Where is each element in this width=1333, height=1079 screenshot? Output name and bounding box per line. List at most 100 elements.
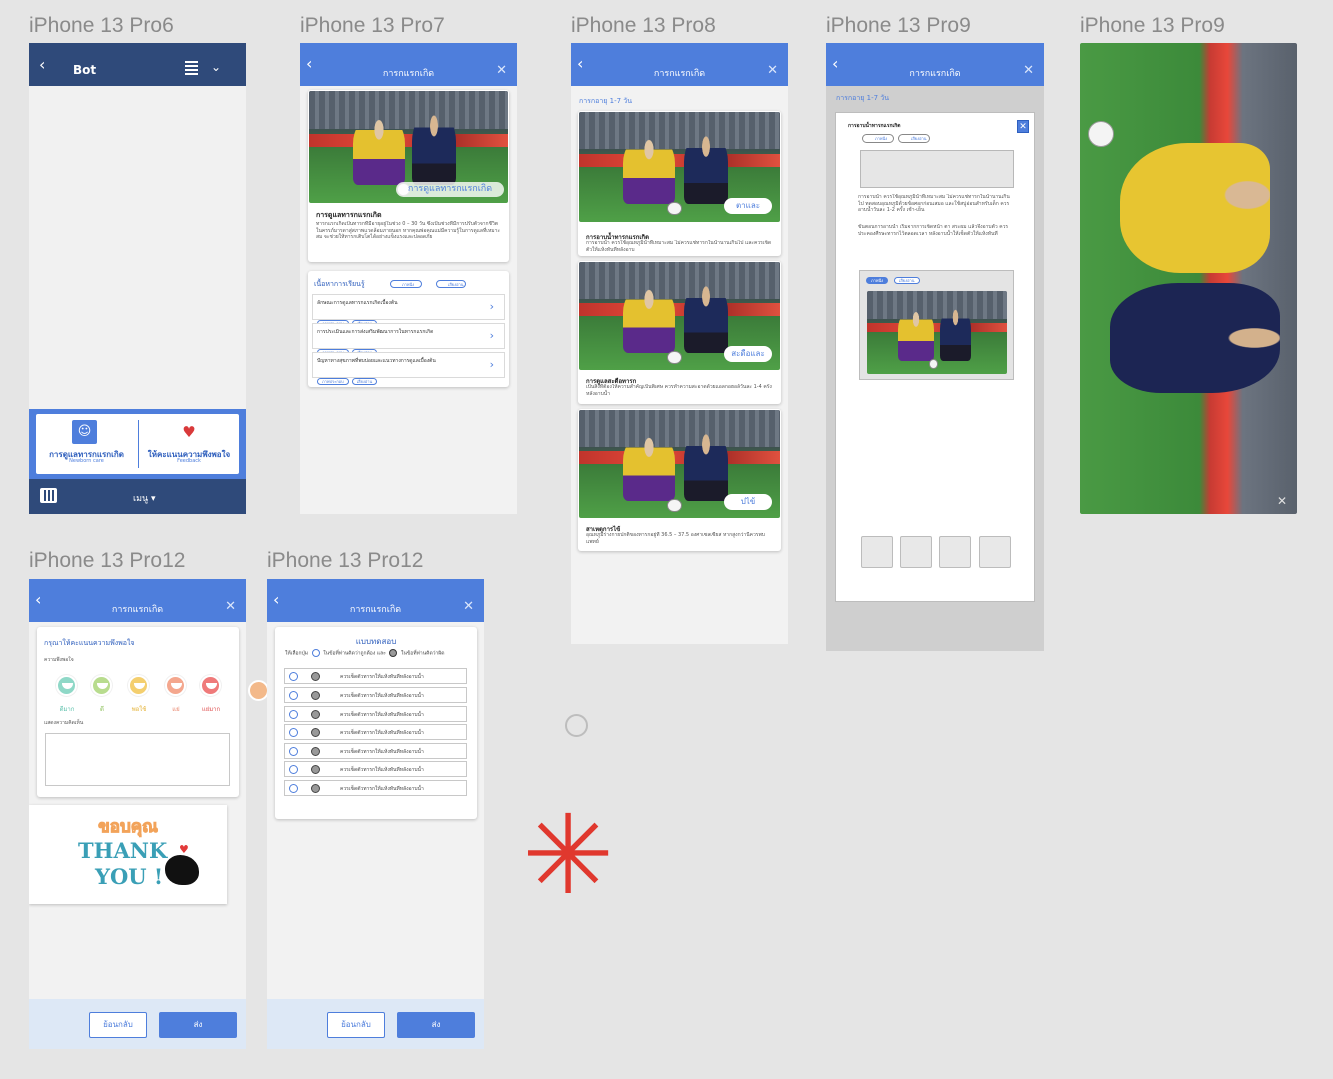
face-bad-icon[interactable] (165, 675, 186, 696)
player-dark (1110, 283, 1280, 393)
topic-button[interactable]: สะดือและ (724, 346, 772, 362)
tag: เสียงอ่าน (351, 378, 378, 385)
radio-false-icon (389, 649, 398, 657)
back-button[interactable]: ย้อนกลับ (327, 1012, 385, 1038)
frame-title: iPhone 13 Pro8 (571, 14, 716, 37)
feedback-button[interactable]: ♥ ให้คะแนนความพึงพอใจ Feedback (139, 414, 239, 474)
menu-panel: ☺ การดูแลทารกแรกเกิด Newborn care ♥ ให้ค… (29, 409, 246, 479)
back-button[interactable]: ย้อนกลับ (89, 1012, 147, 1038)
thumbnail-box[interactable] (939, 536, 971, 568)
popup-paragraph: การอาบน้ำ ควรใช้อุณหภูมิน้ำที่เหมาะสม ไม… (858, 194, 1010, 213)
menu-toggle[interactable]: เมนู ▾ (133, 491, 156, 505)
thumbnail-box[interactable] (979, 536, 1011, 568)
face-label: ดี (100, 706, 104, 713)
topic-text: การอาบน้ำ ควรใช้อุณหภูมิน้ำที่เหมาะสม ไม… (586, 240, 772, 253)
send-button[interactable]: ส่ง (159, 1012, 237, 1038)
app-header: ‹ การกแรกเกิด ✕ (571, 43, 788, 86)
question-text: ควรเช็ดตัวทารกให้แห้งทันทีหลังอาบน้ำ (340, 786, 424, 792)
close-icon[interactable]: ✕ (463, 599, 474, 614)
face-fair-icon[interactable] (128, 675, 149, 696)
chevron-right-icon: › (489, 358, 494, 371)
close-icon[interactable]: ✕ (767, 63, 778, 78)
radio-false[interactable] (311, 784, 320, 793)
face-fair-icon (248, 680, 269, 701)
audio-toggle[interactable]: เสียงอ่าน (436, 280, 466, 288)
list-icon[interactable] (185, 61, 198, 75)
app-header: ‹ การกแรกเกิด ✕ (29, 579, 246, 622)
tag: ภาพประกอบ (317, 378, 349, 385)
face-label: แย่มาก (201, 706, 221, 713)
radio-true[interactable] (289, 672, 298, 681)
frame-learning-home: ‹ การกแรกเกิด ✕ การดูแลทารกแรกเกิด การดู… (300, 43, 517, 514)
radio-true[interactable] (289, 728, 298, 737)
feedback-title: กรุณาให้คะแนนความพึงพอใจ (44, 639, 135, 647)
popup-title: การอาบน้ำทารกแรกเกิด (848, 123, 901, 129)
close-icon[interactable]: ✕ (1023, 63, 1034, 78)
question-row: ควรเช็ดตัวทารกให้แห้งทันทีหลังอาบน้ำ (284, 743, 467, 759)
hero-button[interactable]: การดูแลทารกแรกเกิด (396, 182, 504, 197)
face-label: พอใช้ (131, 706, 147, 713)
topic-button[interactable]: ตาและ (724, 198, 772, 214)
app-header: ‹ การกแรกเกิด ✕ (267, 579, 484, 622)
feedback-sub: Feedback (177, 458, 201, 464)
thumbnail-box[interactable] (861, 536, 893, 568)
satisfaction-label: ความพึงพอใจ (44, 657, 74, 663)
list-item-title: การประเมินและการส่งเสริมพัฒนาการในทารกแร… (317, 329, 434, 335)
question-text: ควรเช็ดตัวทารกให้แห้งทันทีหลังอาบน้ำ (340, 674, 424, 680)
quiz-instruction: ให้เลือกปุ่ม ในข้อที่ท่านคิดว่าถูกต้อง แ… (285, 649, 445, 658)
audio-toggle[interactable]: เสียงอ่าน (898, 134, 930, 143)
list-item-title: ลักษณะการดูแลทารกแรกเกิดเบื้องต้น (317, 300, 398, 306)
topic-card[interactable]: ตาและ การอาบน้ำทารกแรกเกิด การอาบน้ำ ควร… (578, 111, 781, 256)
image-toggle[interactable]: ภาพนิ่ง (862, 134, 894, 143)
radio-false[interactable] (311, 747, 320, 756)
face-very-bad-icon[interactable] (200, 675, 221, 696)
topic-button[interactable]: ปไข้ (724, 494, 772, 510)
radio-true[interactable] (289, 710, 298, 719)
topic-card[interactable]: สะดือและ การดูแลสะดือทารก เป็นสิ่งที่ต้อ… (578, 261, 781, 404)
face-very-good-icon[interactable] (56, 675, 77, 696)
radio-false[interactable] (311, 691, 320, 700)
age-subtitle: การกอายุ 1-7 วัน (579, 97, 633, 105)
send-button[interactable]: ส่ง (397, 1012, 475, 1038)
radio-false[interactable] (311, 710, 320, 719)
header-title: การกแรกเกิด (111, 605, 164, 615)
ball-icon (1088, 121, 1114, 147)
list-item[interactable]: การประเมินและการส่งเสริมพัฒนาการในทารกแร… (312, 323, 505, 356)
topic-text: เป็นสิ่งที่ต้องให้ความสำคัญเป็นพิเศษ ควร… (586, 384, 772, 397)
app-header: ‹ การกแรกเกิด ✕ (300, 43, 517, 86)
radio-true[interactable] (289, 784, 298, 793)
face-good-icon[interactable] (91, 675, 112, 696)
list-item[interactable]: ลักษณะการดูแลทารกแรกเกิดเบื้องต้น ภาพประ… (312, 294, 505, 327)
list-item[interactable]: ปัญหาทางสุขภาพที่พบบ่อยและแนวทางการดูแลเ… (312, 352, 505, 385)
thumbnail-box[interactable] (900, 536, 932, 568)
topic-card[interactable]: ปไข้ สาเหตุการไข้ อุณหภูมิร่างกายปกติของ… (578, 409, 781, 551)
close-icon[interactable]: ✕ (225, 599, 236, 614)
keyboard-icon[interactable] (40, 488, 57, 503)
frame-title: iPhone 13 Pro12 (29, 549, 186, 572)
close-icon[interactable]: ✕ (496, 63, 507, 78)
chevron-down-icon[interactable]: ⌄ (211, 60, 221, 74)
popup-dialog: การอาบน้ำทารกแรกเกิด ✕ ภาพนิ่ง เสียงอ่าน… (835, 112, 1035, 602)
close-icon[interactable]: ✕ (1277, 494, 1287, 508)
question-text: ควรเช็ดตัวทารกให้แห้งทันทีหลังอาบน้ำ (340, 749, 424, 755)
newborn-care-button[interactable]: ☺ การดูแลทารกแรกเกิด Newborn care (36, 414, 137, 474)
question-text: ควรเช็ดตัวทารกให้แห้งทันทีหลังอาบน้ำ (340, 730, 424, 736)
intro-card: การดูแลทารกแรกเกิด การดูแลทารกแรกเกิด ทา… (308, 90, 509, 262)
radio-true[interactable] (289, 765, 298, 774)
radio-true[interactable] (289, 747, 298, 756)
tab-image[interactable]: ภาพนิ่ง (866, 277, 889, 284)
action-footer: ย้อนกลับ ส่ง (267, 999, 484, 1049)
radio-false[interactable] (311, 765, 320, 774)
popup-close-button[interactable]: ✕ (1017, 120, 1029, 133)
tab-audio[interactable]: เสียงอ่าน (894, 277, 920, 284)
back-icon[interactable]: ‹ (39, 55, 45, 74)
menu-card: ☺ การดูแลทารกแรกเกิด Newborn care ♥ ให้ค… (36, 414, 239, 474)
comment-textarea[interactable] (45, 733, 230, 786)
question-text: ควรเช็ดตัวทารกให้แห้งทันทีหลังอาบน้ำ (340, 693, 424, 699)
image-toggle[interactable]: ภาพนิ่ง (390, 280, 422, 288)
radio-true[interactable] (289, 691, 298, 700)
radio-false[interactable] (311, 672, 320, 681)
frame-title: iPhone 13 Pro6 (29, 14, 174, 37)
radio-false[interactable] (311, 728, 320, 737)
question-row: ควรเช็ดตัวทารกให้แห้งทันทีหลังอาบน้ำ (284, 780, 467, 796)
